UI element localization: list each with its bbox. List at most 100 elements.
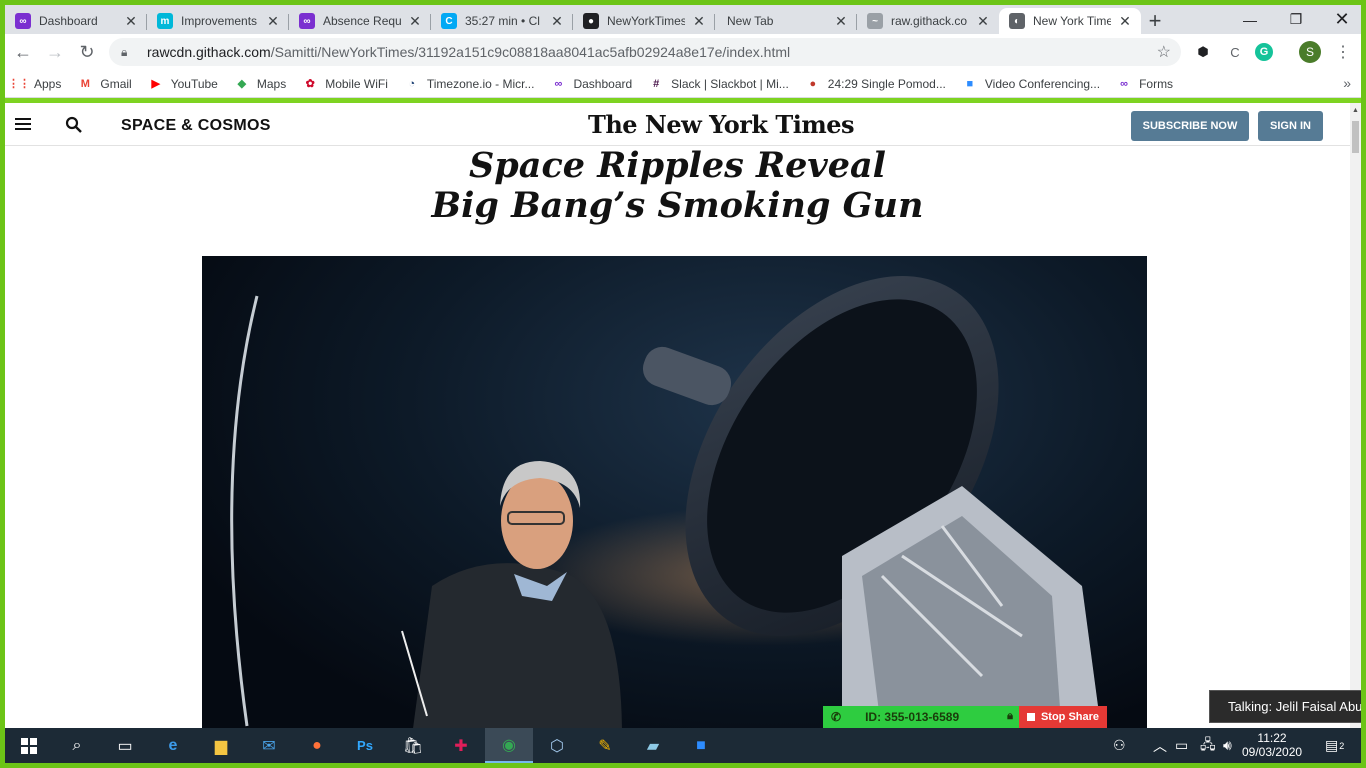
- close-tab-icon[interactable]: ✕: [833, 13, 849, 30]
- windows-start-icon[interactable]: [5, 728, 53, 763]
- headline-line-2: Big Bang’s Smoking Gun: [431, 185, 924, 226]
- tab-title: Dashboard: [39, 14, 98, 28]
- bookmark-item[interactable]: M Gmail: [77, 76, 132, 92]
- minimize-button[interactable]: —: [1227, 5, 1273, 34]
- bookmark-item[interactable]: ⋮⋮ Apps: [8, 76, 61, 92]
- browser-tab[interactable]: ~ raw.githack.co ✕: [857, 8, 999, 34]
- scrollbar-thumb[interactable]: [1352, 121, 1359, 153]
- close-window-button[interactable]: ✕: [1319, 5, 1365, 34]
- bookmark-item[interactable]: ▶ YouTube: [148, 76, 218, 92]
- menu-kebab-icon[interactable]: ⋮: [1331, 40, 1355, 64]
- store-icon[interactable]: 🛍︎: [389, 728, 437, 763]
- sign-in-button[interactable]: SIGN IN: [1258, 111, 1323, 141]
- close-tab-icon[interactable]: ✕: [975, 13, 991, 30]
- close-tab-icon[interactable]: ✕: [691, 13, 707, 30]
- slack-icon[interactable]: ✚: [437, 728, 485, 763]
- bookmark-item[interactable]: ◆ Maps: [234, 76, 287, 92]
- network-icon[interactable]: 🖧︎: [1200, 728, 1216, 763]
- lock-icon: 🔒︎: [121, 44, 128, 59]
- virtualbox-icon[interactable]: ⬡: [533, 728, 581, 763]
- bookmarks-bar: ⋮⋮ Apps M Gmail ▶ YouTube ◆ Maps ✿ Mobile WiFi ◔ Ti…: [5, 70, 1361, 98]
- chrome-icon[interactable]: ◉: [485, 728, 533, 763]
- browser-tab[interactable]: m Improvements ✕: [147, 8, 289, 34]
- stop-share-label: Stop Share: [1040, 711, 1100, 723]
- scroll-up-icon[interactable]: ▲: [1352, 107, 1359, 114]
- close-tab-icon[interactable]: ✕: [123, 13, 139, 30]
- tab-title: NewYorkTimes: [607, 14, 685, 28]
- bookmark-item[interactable]: ∞ Dashboard: [550, 76, 633, 92]
- page-viewport: SPACE & COSMOS The New York Times SUBSCR…: [5, 103, 1350, 728]
- close-tab-icon[interactable]: ✕: [265, 13, 281, 30]
- browser-toolbar: ← → ↻ 🔒︎ rawcdn.githack.com/Samitti/NewY…: [5, 34, 1361, 70]
- bookmark-item[interactable]: # Slack | Slackbot | Mi...: [648, 76, 789, 92]
- search-icon[interactable]: [65, 116, 83, 134]
- task-view-icon[interactable]: ▭: [101, 728, 149, 763]
- vertical-scrollbar[interactable]: ▲: [1350, 103, 1361, 728]
- taskbar-clock[interactable]: 11:22 09/03/2020: [1242, 731, 1302, 759]
- reload-button[interactable]: ↻: [71, 36, 103, 68]
- zoom-meeting-id[interactable]: ✆ ID: 355-013-6589 🔒︎: [823, 706, 1019, 728]
- browser-tab[interactable]: C 35:27 min • Cl ✕: [431, 8, 573, 34]
- bookmark-label: 24:29 Single Pomod...: [827, 76, 946, 91]
- tab-title: New York Time: [1033, 14, 1111, 28]
- edge-icon[interactable]: e: [149, 728, 197, 763]
- bookmark-label: YouTube: [170, 76, 218, 91]
- bookmark-item[interactable]: ∞ Forms: [1116, 76, 1173, 92]
- battery-icon[interactable]: ▭: [1175, 728, 1188, 763]
- mail-icon[interactable]: ✉: [245, 728, 293, 763]
- photoshop-icon[interactable]: Ps: [341, 728, 389, 763]
- cube-extension-icon[interactable]: ⬢: [1191, 40, 1215, 64]
- back-button[interactable]: ←: [7, 36, 39, 68]
- clock-date: 09/03/2020: [1242, 745, 1303, 759]
- miro-icon: m: [157, 13, 173, 29]
- stop-icon: [1026, 713, 1035, 721]
- subscribe-button[interactable]: SUBSCRIBE NOW: [1131, 111, 1249, 141]
- hamburger-menu-icon[interactable]: [15, 118, 31, 130]
- bookmark-item[interactable]: ✿ Mobile WiFi: [302, 76, 388, 92]
- bookmark-label: Forms: [1139, 76, 1174, 91]
- stop-share-button[interactable]: Stop Share: [1019, 706, 1107, 728]
- apps-grid-icon: ⋮⋮: [8, 78, 30, 90]
- clockify-extension-icon[interactable]: C: [1223, 40, 1247, 64]
- browser-tab[interactable]: ◐ New York Time ✕: [999, 8, 1141, 34]
- file-explorer-icon[interactable]: ▆: [197, 728, 245, 763]
- notes-icon[interactable]: ▰: [629, 728, 677, 763]
- bookmark-item[interactable]: ■ Video Conferencing...: [962, 76, 1101, 92]
- bookmark-item[interactable]: ◔ Timezone.io - Micr...: [404, 76, 535, 92]
- browser-tab[interactable]: ∞ Dashboard ✕: [5, 8, 147, 34]
- volume-icon[interactable]: 🔊︎: [1223, 728, 1232, 763]
- timezone-icon: ◔: [408, 77, 416, 90]
- new-tab-button[interactable]: +: [1141, 8, 1169, 34]
- firefox-icon[interactable]: ●: [293, 728, 341, 763]
- bookmark-item[interactable]: ● 24:29 Single Pomod...: [805, 76, 946, 92]
- browser-tab[interactable]: ∞ Absence Requ ✕: [289, 8, 431, 34]
- tray-overflow-icon[interactable]: ︿: [1153, 728, 1167, 763]
- browser-tab[interactable]: New Tab ✕: [715, 8, 857, 34]
- zoom-talking-indicator: Talking: Jelil Faisal Abud: [1209, 690, 1366, 723]
- paint-icon[interactable]: ✎: [581, 728, 629, 763]
- nyt-logo[interactable]: The New York Times: [588, 110, 855, 139]
- close-tab-icon[interactable]: ✕: [549, 13, 565, 30]
- browser-tab[interactable]: ● NewYorkTimes ✕: [573, 8, 715, 34]
- search-icon[interactable]: ⌕: [53, 728, 101, 763]
- tab-title: New Tab: [727, 14, 774, 28]
- forward-button[interactable]: →: [39, 36, 71, 68]
- zoom-icon: ■: [966, 77, 974, 90]
- tab-title: raw.githack.co: [891, 14, 968, 28]
- article-headline: Space Ripples Reveal Big Bang’s Smoking …: [5, 146, 1350, 226]
- close-tab-icon[interactable]: ✕: [1117, 13, 1133, 30]
- profile-avatar[interactable]: S: [1299, 41, 1321, 63]
- gmail-icon: M: [80, 77, 90, 90]
- notifications-icon[interactable]: ▤ 2: [1325, 728, 1344, 763]
- section-label[interactable]: SPACE & COSMOS: [121, 117, 271, 135]
- github-icon: ●: [583, 13, 599, 29]
- bookmark-star-icon[interactable]: ☆: [1157, 42, 1171, 62]
- address-bar[interactable]: 🔒︎ rawcdn.githack.com/Samitti/NewYorkTim…: [109, 38, 1181, 66]
- more-bookmarks-icon[interactable]: »: [1343, 75, 1351, 91]
- zoom-icon[interactable]: ■: [677, 728, 725, 763]
- close-tab-icon[interactable]: ✕: [407, 13, 423, 30]
- maximize-button[interactable]: ❐: [1273, 5, 1319, 34]
- people-icon[interactable]: ⚇: [1113, 728, 1126, 763]
- grammarly-extension-icon[interactable]: G: [1255, 43, 1273, 61]
- tab-title: Absence Requ: [323, 14, 401, 28]
